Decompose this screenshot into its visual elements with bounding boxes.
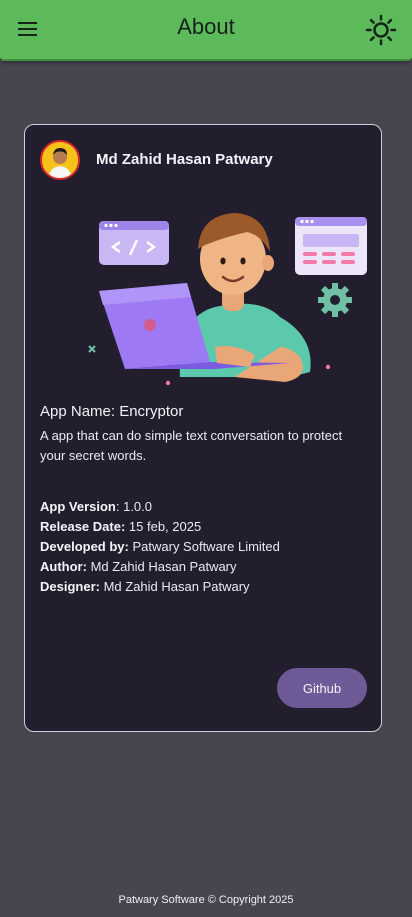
page-title: About xyxy=(177,14,235,39)
copyright-footer: Patwary Software © Copyright 2025 xyxy=(118,894,294,906)
info-row-version: App Version: 1.0.0 xyxy=(40,499,153,514)
app-bar: About xyxy=(0,0,412,61)
info-label: Release Date: xyxy=(40,519,126,534)
app-info-list: App Version: 1.0.0 Release Date: 15 feb,… xyxy=(40,497,280,597)
info-value: Md Zahid Hasan Patwary xyxy=(103,579,250,594)
profile-photo xyxy=(42,142,78,178)
form-window xyxy=(295,217,367,275)
github-button[interactable]: Github xyxy=(277,668,367,708)
avatar xyxy=(40,140,80,180)
info-value: Md Zahid Hasan Patwary xyxy=(90,559,237,574)
info-label: Designer: xyxy=(40,579,100,594)
app-description: A app that can do simple text conversati… xyxy=(40,428,343,463)
info-value: Patwary Software Limited xyxy=(132,539,280,554)
info-row-release-date: Release Date: 15 feb, 2025 xyxy=(40,517,280,537)
sun-icon xyxy=(365,14,397,46)
app-name: App Name: Encryptor xyxy=(40,403,184,420)
code-window xyxy=(99,221,169,265)
theme-toggle-button[interactable] xyxy=(364,13,398,47)
author-name: Md Zahid Hasan Patwary xyxy=(96,151,273,168)
info-row-author: Author: Md Zahid Hasan Patwary xyxy=(40,557,280,577)
gear-icon xyxy=(318,283,352,317)
info-label: Developed by: xyxy=(40,539,129,554)
info-value: 15 feb, 2025 xyxy=(128,519,202,534)
info-label: App Version xyxy=(40,499,116,514)
about-card: Md Zahid Hasan Patwary App Name: Encrypt… xyxy=(24,124,382,732)
info-row-designer: Designer: Md Zahid Hasan Patwary xyxy=(40,577,280,597)
info-value: 1.0.0 xyxy=(123,499,153,514)
info-label: Author: xyxy=(40,559,87,574)
info-row-developer: Developed by: Patwary Software Limited xyxy=(40,537,280,557)
developer-illustration xyxy=(88,213,367,386)
